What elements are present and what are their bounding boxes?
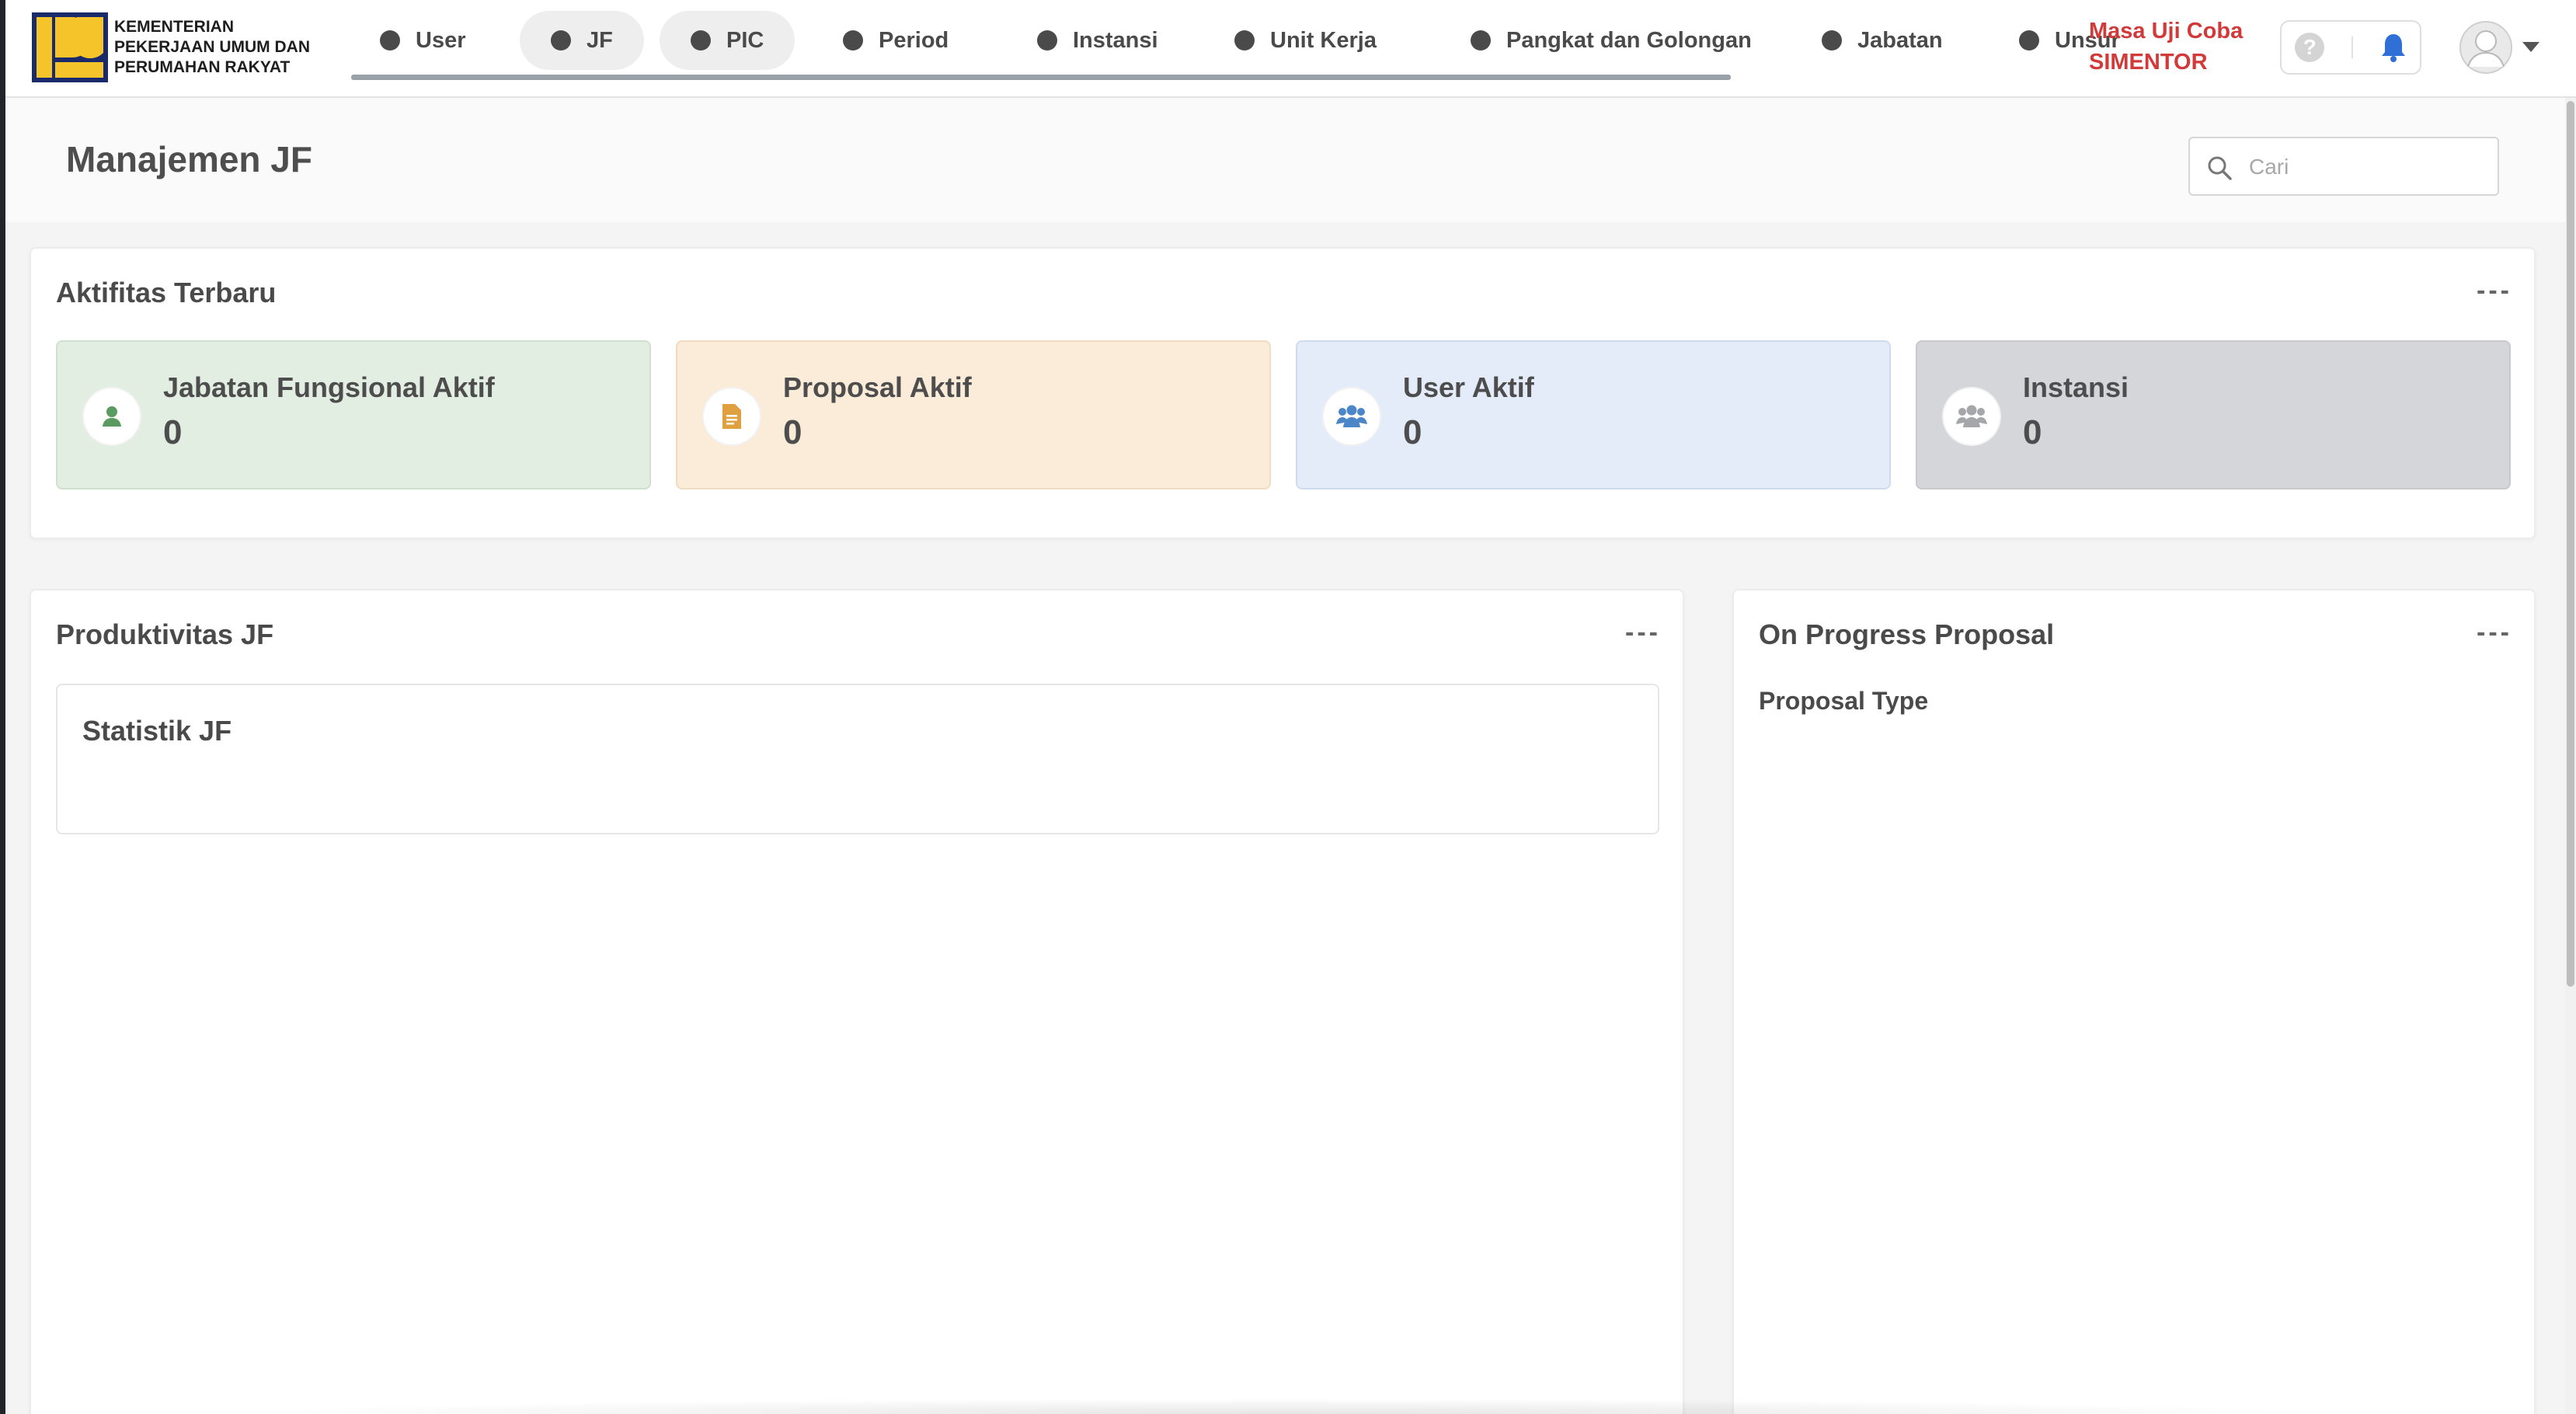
nav-item-label: PIC	[726, 27, 764, 53]
dot-icon	[2019, 30, 2039, 50]
nav-item-label: Unit Kerja	[1270, 27, 1377, 53]
page-title: Manajemen JF	[66, 139, 312, 179]
more-options-button[interactable]: ---	[2477, 619, 2512, 646]
stat-label: User Aktif	[1403, 371, 1534, 403]
activity-card: Aktifitas Terbaru --- Jabatan Fungsional…	[30, 247, 2536, 539]
stat-value: 0	[2023, 413, 2042, 451]
help-icon[interactable]: ?	[2295, 33, 2325, 62]
statistik-panel: Statistik JF	[56, 684, 1659, 834]
users-icon	[1322, 387, 1381, 446]
nav-scroll-track[interactable]	[351, 75, 1731, 80]
org-name-line2: PEKERJAAN UMUM DAN	[114, 38, 311, 56]
dot-icon	[551, 30, 571, 50]
chevron-down-icon[interactable]	[2522, 42, 2539, 52]
dot-icon	[1234, 30, 1255, 50]
trial-line2: SIMENTOR	[2089, 50, 2208, 75]
bell-icon[interactable]	[2380, 33, 2407, 62]
nav-item-instansi[interactable]: Instansi	[1006, 11, 1189, 70]
dot-icon	[1471, 30, 1491, 50]
search-box[interactable]	[2188, 137, 2499, 196]
nav-item-label: Period	[879, 27, 949, 53]
card-title: Aktifitas Terbaru	[56, 277, 277, 308]
stat-card-user-aktif[interactable]: User Aktif 0	[1296, 340, 1891, 489]
on-progress-card: On Progress Proposal --- Proposal Type	[1732, 589, 2536, 1414]
nav-item-label: User	[416, 27, 466, 53]
stat-label: Jabatan Fungsional Aktif	[163, 371, 495, 403]
more-options-button[interactable]: ---	[2477, 277, 2512, 304]
nav-item-label: Jabatan	[1857, 27, 1943, 53]
stat-card-instansi[interactable]: Instansi 0	[1916, 340, 2511, 489]
dot-icon	[691, 30, 711, 50]
toolbar-actions: ?	[2280, 20, 2421, 75]
stat-value: 0	[163, 413, 183, 451]
trial-notice: Masa Uji Coba SIMENTOR	[2089, 16, 2243, 78]
nav-item-period[interactable]: Period	[812, 11, 980, 70]
stat-value: 0	[783, 413, 802, 451]
user-icon	[82, 387, 141, 446]
nav-item-user[interactable]: User	[349, 11, 497, 70]
org-name-line3: PERUMAHAN RAKYAT	[114, 58, 291, 76]
group-icon	[1942, 387, 2001, 446]
stat-label: Proposal Aktif	[783, 371, 972, 403]
search-input[interactable]	[2249, 148, 2482, 186]
nav-item-jabatan[interactable]: Jabatan	[1791, 11, 1974, 70]
nav-item-pangkat-golongan[interactable]: Pangkat dan Golongan	[1439, 11, 1783, 70]
nav-item-unit-kerja[interactable]: Unit Kerja	[1203, 11, 1408, 70]
page-header: Manajemen JF	[5, 98, 2565, 222]
nav-item-label: Pangkat dan Golongan	[1506, 27, 1752, 53]
bottom-shadow	[233, 1398, 2331, 1414]
nav-item-label: Instansi	[1073, 27, 1158, 53]
trial-line1: Masa Uji Coba	[2089, 19, 2244, 44]
more-options-button[interactable]: ---	[1625, 619, 1661, 646]
document-icon	[702, 387, 761, 446]
dot-icon	[380, 30, 400, 50]
card-title: On Progress Proposal	[1759, 618, 2055, 650]
proposal-type-label: Proposal Type	[1759, 687, 1929, 715]
stat-card-proposal-aktif[interactable]: Proposal Aktif 0	[676, 340, 1271, 489]
nav-item-jf[interactable]: JF	[520, 11, 644, 70]
logo-icon[interactable]	[32, 12, 108, 82]
productivity-card: Produktivitas JF --- Statistik JF	[30, 589, 1684, 1414]
dot-icon	[1037, 30, 1057, 50]
dot-icon	[1822, 30, 1842, 50]
organization-name: KEMENTERIAN PEKERJAAN UMUM DAN PERUMAHAN…	[114, 17, 347, 78]
nav-item-pic[interactable]: PIC	[660, 11, 795, 70]
top-navbar: KEMENTERIAN PEKERJAAN UMUM DAN PERUMAHAN…	[5, 0, 2576, 98]
window-frame	[0, 0, 5, 1414]
toolbar-divider	[2351, 37, 2353, 58]
stat-label: Instansi	[2023, 371, 2129, 403]
avatar[interactable]	[2459, 20, 2513, 75]
dot-icon	[843, 30, 863, 50]
scroll-thumb[interactable]	[2567, 101, 2574, 987]
scrollbar[interactable]	[2565, 98, 2576, 1414]
nav-item-label: JF	[587, 27, 613, 53]
org-name-line1: KEMENTERIAN	[114, 18, 235, 36]
panel-title: Statistik JF	[82, 715, 232, 747]
search-icon	[2208, 156, 2232, 180]
card-title: Produktivitas JF	[56, 618, 274, 650]
stat-value: 0	[1403, 413, 1422, 451]
stat-card-jabatan-fungsional[interactable]: Jabatan Fungsional Aktif 0	[56, 340, 651, 489]
